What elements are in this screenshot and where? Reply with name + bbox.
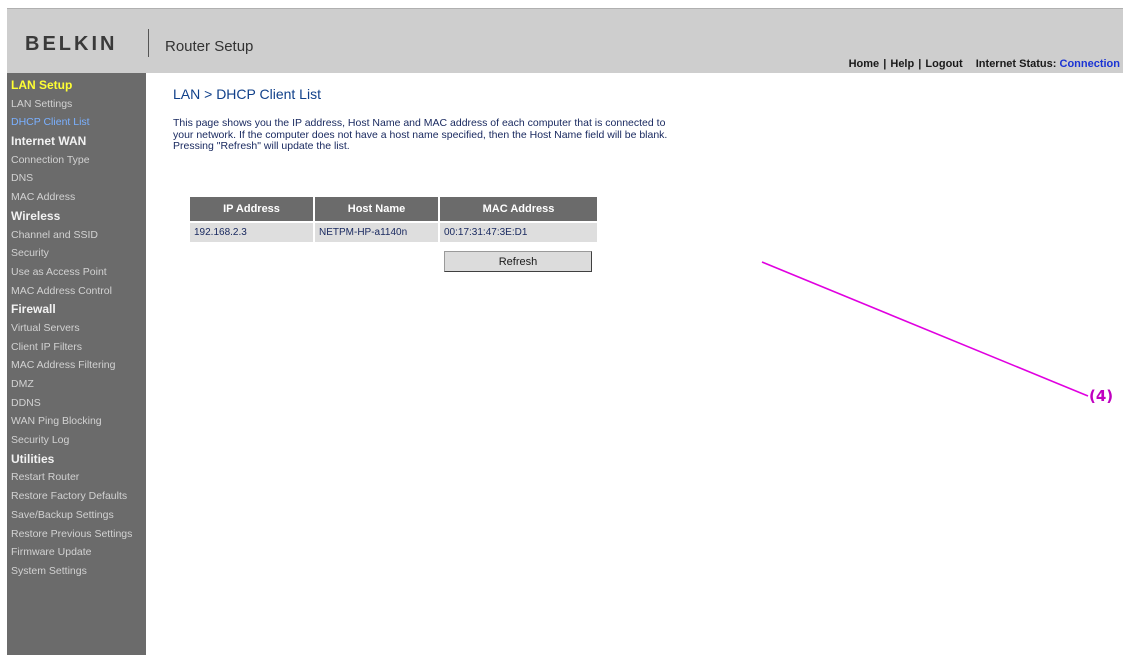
sidebar-item-mac-address-filtering[interactable]: MAC Address Filtering xyxy=(7,356,146,375)
sidebar-item-client-ip-filters[interactable]: Client IP Filters xyxy=(7,338,146,357)
nav-section-utilities[interactable]: Utilities xyxy=(7,450,146,469)
callout-line xyxy=(761,261,1089,397)
link-separator: | xyxy=(880,58,887,70)
refresh-button[interactable]: Refresh xyxy=(444,251,592,272)
sidebar-item-restart-router[interactable]: Restart Router xyxy=(7,468,146,487)
page-description: This page shows you the IP address, Host… xyxy=(173,117,763,153)
sidebar-item-save-backup-settings[interactable]: Save/Backup Settings xyxy=(7,506,146,525)
sidebar-nav: LAN Setup LAN Settings DHCP Client List … xyxy=(7,73,146,655)
sidebar-item-restore-factory-defaults[interactable]: Restore Factory Defaults xyxy=(7,487,146,506)
table-row: 192.168.2.3 NETPM-HP-a1140n 00:17:31:47:… xyxy=(190,221,597,242)
sidebar-item-ddns[interactable]: DDNS xyxy=(7,394,146,413)
main-content: LAN > DHCP Client List This page shows y… xyxy=(173,86,773,153)
sidebar-item-channel-and-ssid[interactable]: Channel and SSID xyxy=(7,226,146,245)
link-separator: | xyxy=(915,58,922,70)
cell-ip-address: 192.168.2.3 xyxy=(190,221,315,242)
nav-section-firewall[interactable]: Firewall xyxy=(7,300,146,319)
internet-status-label: Internet Status: xyxy=(975,58,1057,70)
nav-section-lan-setup[interactable]: LAN Setup xyxy=(7,76,146,95)
sidebar-item-use-as-access-point[interactable]: Use as Access Point xyxy=(7,263,146,282)
sidebar-item-dhcp-client-list[interactable]: DHCP Client List xyxy=(7,113,146,132)
sidebar-item-virtual-servers[interactable]: Virtual Servers xyxy=(7,319,146,338)
sidebar-item-firmware-update[interactable]: Firmware Update xyxy=(7,543,146,562)
cell-mac-address: 00:17:31:47:3E:D1 xyxy=(440,221,597,242)
sidebar-item-dmz[interactable]: DMZ xyxy=(7,375,146,394)
nav-section-wireless[interactable]: Wireless xyxy=(7,207,146,226)
sidebar-item-wan-ping-blocking[interactable]: WAN Ping Blocking xyxy=(7,412,146,431)
internet-status-value[interactable]: Connection xyxy=(1060,58,1121,70)
belkin-logo: BELKIN xyxy=(25,33,118,55)
column-header-mac-address: MAC Address xyxy=(440,197,597,221)
cell-host-name: NETPM-HP-a1140n xyxy=(315,221,440,242)
sidebar-item-lan-settings[interactable]: LAN Settings xyxy=(7,95,146,114)
column-header-ip-address: IP Address xyxy=(190,197,315,221)
description-line: Pressing "Refresh" will update the list. xyxy=(173,140,350,152)
logout-link[interactable]: Logout xyxy=(925,58,962,70)
sidebar-item-restore-previous-settings[interactable]: Restore Previous Settings xyxy=(7,525,146,544)
sidebar-item-mac-address[interactable]: MAC Address xyxy=(7,188,146,207)
logo-divider xyxy=(148,29,149,57)
sidebar-item-security[interactable]: Security xyxy=(7,244,146,263)
sidebar-item-mac-address-control[interactable]: MAC Address Control xyxy=(7,282,146,301)
sidebar-item-dns[interactable]: DNS xyxy=(7,169,146,188)
header-bar: BELKIN Router Setup Home | Help | Logout… xyxy=(7,8,1123,73)
help-link[interactable]: Help xyxy=(890,58,914,70)
table-header-row: IP Address Host Name MAC Address xyxy=(190,197,597,221)
sidebar-item-security-log[interactable]: Security Log xyxy=(7,431,146,450)
home-link[interactable]: Home xyxy=(849,58,880,70)
router-setup-page: BELKIN Router Setup Home | Help | Logout… xyxy=(0,0,1123,655)
callout-label: (4) xyxy=(1089,387,1114,405)
sidebar-item-system-settings[interactable]: System Settings xyxy=(7,562,146,581)
description-line: This page shows you the IP address, Host… xyxy=(173,117,666,129)
app-title: Router Setup xyxy=(165,38,254,55)
sidebar-item-connection-type[interactable]: Connection Type xyxy=(7,151,146,170)
dhcp-client-table: IP Address Host Name MAC Address 192.168… xyxy=(190,197,597,242)
page-title: LAN > DHCP Client List xyxy=(173,86,321,102)
nav-section-internet-wan[interactable]: Internet WAN xyxy=(7,132,146,151)
top-links: Home | Help | Logout Internet Status: Co… xyxy=(849,58,1120,70)
column-header-host-name: Host Name xyxy=(315,197,440,221)
